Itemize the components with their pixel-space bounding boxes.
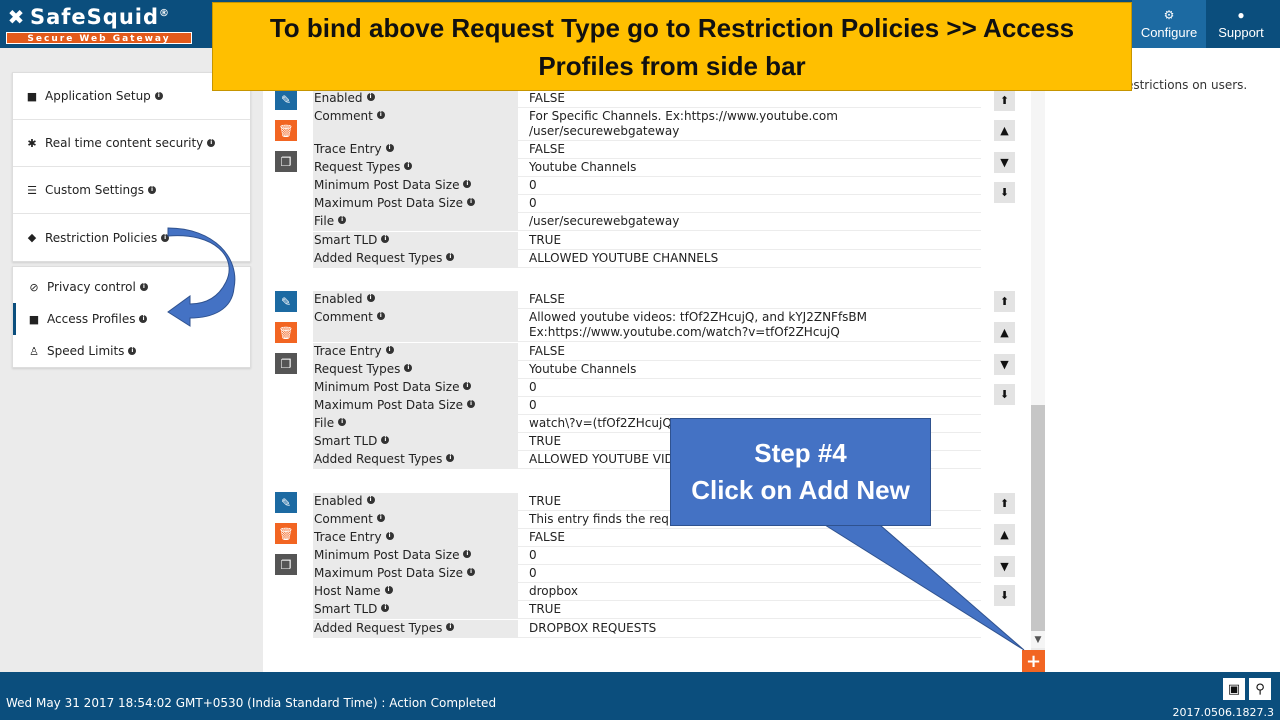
callout-line1: Step #4: [754, 438, 847, 468]
instruction-banner: To bind above Request Type go to Restric…: [212, 2, 1132, 91]
curved-arrow-annotation: [167, 227, 236, 327]
step-callout: Step #4 Click on Add New: [670, 418, 931, 526]
callout-line2: Click on Add New: [691, 475, 910, 505]
